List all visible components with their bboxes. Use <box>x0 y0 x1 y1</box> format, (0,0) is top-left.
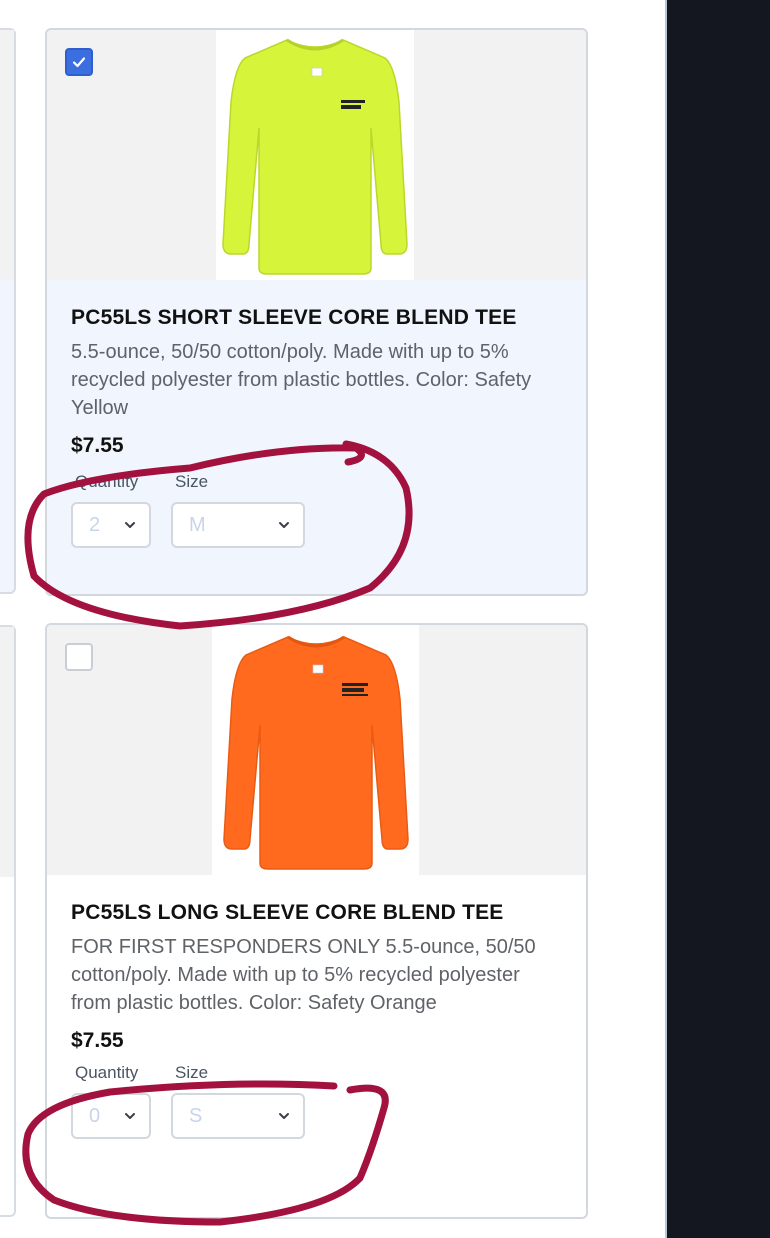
product-image-area <box>47 625 586 875</box>
quantity-select[interactable]: 2 <box>71 502 151 548</box>
quantity-value: 2 <box>89 513 101 536</box>
chevron-down-icon <box>279 522 289 528</box>
quantity-field: Quantity 0 <box>71 1063 151 1139</box>
left-product-card-1[interactable] <box>0 28 16 594</box>
product-options: Quantity 2 Size M <box>71 472 562 548</box>
chevron-down-icon <box>279 1113 289 1119</box>
size-value: M <box>189 513 206 536</box>
product-title: PC55LS LONG SLEEVE CORE BLEND TEE <box>71 901 504 924</box>
product-description: FOR FIRST RESPONDERS ONLY 5.5-ounce, 50/… <box>71 936 536 1014</box>
size-value: S <box>189 1104 203 1127</box>
select-product-checkbox[interactable] <box>65 643 93 671</box>
quantity-select[interactable]: 0 <box>71 1093 151 1139</box>
product-list-page: PC55LS SHORT SLEEVE CORE BLEND TEE 5.5-o… <box>0 0 770 1238</box>
product-card[interactable]: PC55LS SHORT SLEEVE CORE BLEND TEE 5.5-o… <box>45 28 588 596</box>
product-price: $7.55 <box>71 434 124 457</box>
product-title: PC55LS SHORT SLEEVE CORE BLEND TEE <box>71 306 517 329</box>
size-label: Size <box>175 1063 209 1082</box>
product-options: Quantity 0 Size S <box>71 1063 562 1139</box>
size-field: Size M <box>171 472 305 548</box>
left-product-image-1 <box>0 30 14 280</box>
size-select[interactable]: M <box>171 502 305 548</box>
quantity-label: Quantity <box>75 472 139 491</box>
quantity-label: Quantity <box>75 1063 139 1082</box>
long-sleeve-shirt-image <box>222 635 409 870</box>
size-select[interactable]: S <box>171 1093 305 1139</box>
product-card[interactable]: PC55LS LONG SLEEVE CORE BLEND TEE FOR FI… <box>45 623 588 1219</box>
check-icon <box>72 57 86 68</box>
left-product-image-2 <box>0 627 14 877</box>
long-sleeve-shirt-image <box>222 38 408 275</box>
quantity-field: Quantity 2 <box>71 472 151 548</box>
product-details: PC55LS SHORT SLEEVE CORE BLEND TEE 5.5-o… <box>47 280 586 572</box>
product-description: 5.5-ounce, 50/50 cotton/poly. Made with … <box>71 341 532 419</box>
quantity-value: 0 <box>89 1104 101 1127</box>
left-product-card-2[interactable] <box>0 625 16 1217</box>
chevron-down-icon <box>125 522 135 528</box>
product-photo <box>212 625 419 875</box>
chevron-down-icon <box>125 1113 135 1119</box>
side-panel <box>665 0 770 1238</box>
size-label: Size <box>175 472 209 491</box>
product-price: $7.55 <box>71 1029 124 1052</box>
product-details: PC55LS LONG SLEEVE CORE BLEND TEE FOR FI… <box>47 875 586 1163</box>
product-image-area <box>47 30 586 280</box>
size-field: Size S <box>171 1063 305 1139</box>
product-photo <box>216 30 414 280</box>
select-product-checkbox[interactable] <box>65 48 93 76</box>
